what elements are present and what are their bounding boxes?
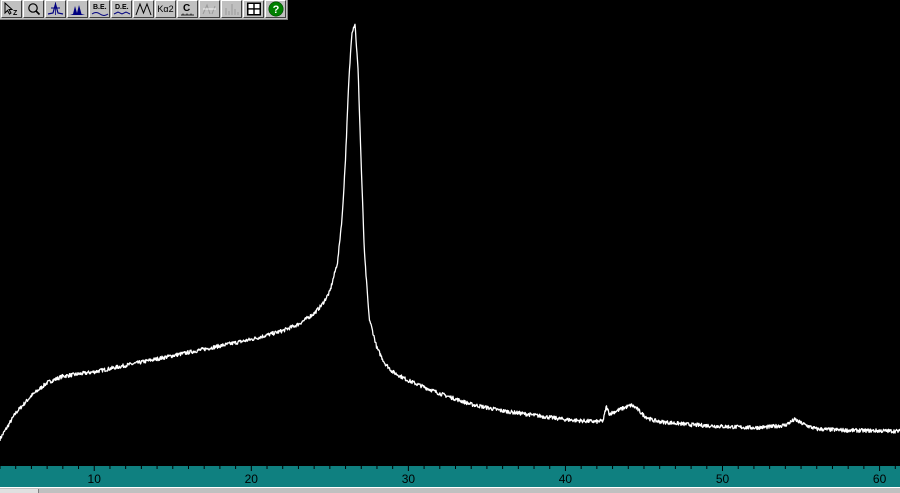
de-label: D.E. <box>115 4 129 11</box>
x-tick-label: 10 <box>88 472 102 486</box>
help-button[interactable]: ? <box>265 0 286 18</box>
x-tick-label: 20 <box>245 472 259 486</box>
calibrate-button[interactable]: C <box>177 0 198 18</box>
data-edit-button[interactable]: D.E. <box>111 0 132 18</box>
peak-search-button[interactable] <box>45 0 66 18</box>
marker-button[interactable] <box>199 0 220 18</box>
background-edit-button[interactable]: B.E. <box>89 0 110 18</box>
pointer-zoom-button[interactable]: Z <box>1 0 22 18</box>
stick-button[interactable] <box>221 0 242 18</box>
be-label: B.E. <box>93 4 107 11</box>
x-tick-label: 60 <box>873 472 887 486</box>
x-tick-label: 40 <box>559 472 573 486</box>
scrollbar-thumb[interactable] <box>0 489 39 493</box>
magnifier-icon <box>27 3 40 16</box>
pointer-z-label: Z <box>13 10 18 16</box>
zoom-button[interactable] <box>23 0 44 18</box>
pointer-z-icon: Z <box>4 2 18 16</box>
filled-peaks-icon <box>70 5 85 15</box>
ka2-icon: Kα2 <box>157 3 174 14</box>
profile-button[interactable] <box>133 0 154 18</box>
ka2-button[interactable]: Kα2 <box>155 0 176 18</box>
grid-icon <box>246 2 261 16</box>
toolbar: Z B.E. D.E. Kα2 C ? <box>0 0 288 20</box>
fill-peaks-button[interactable] <box>67 0 88 18</box>
de-icon: D.E. <box>113 4 130 15</box>
help-label: ? <box>272 4 279 16</box>
c-icon: C <box>181 3 194 15</box>
c-label: C <box>183 3 190 14</box>
profile-icon <box>135 2 152 16</box>
marker-disabled-icon <box>202 3 216 15</box>
horizontal-scrollbar[interactable] <box>0 487 900 493</box>
peak-icon <box>47 2 64 15</box>
be-icon: B.E. <box>91 4 108 16</box>
diffraction-plot-area[interactable] <box>0 19 900 466</box>
grid-button[interactable] <box>243 0 264 18</box>
sticks-disabled-icon <box>225 4 239 15</box>
help-icon: ? <box>268 1 283 17</box>
x-tick-label: 50 <box>716 472 730 486</box>
x-axis-bar: 10 20 30 40 50 60 <box>0 466 900 487</box>
x-tick-label: 30 <box>402 472 416 486</box>
diffraction-trace <box>0 23 900 442</box>
